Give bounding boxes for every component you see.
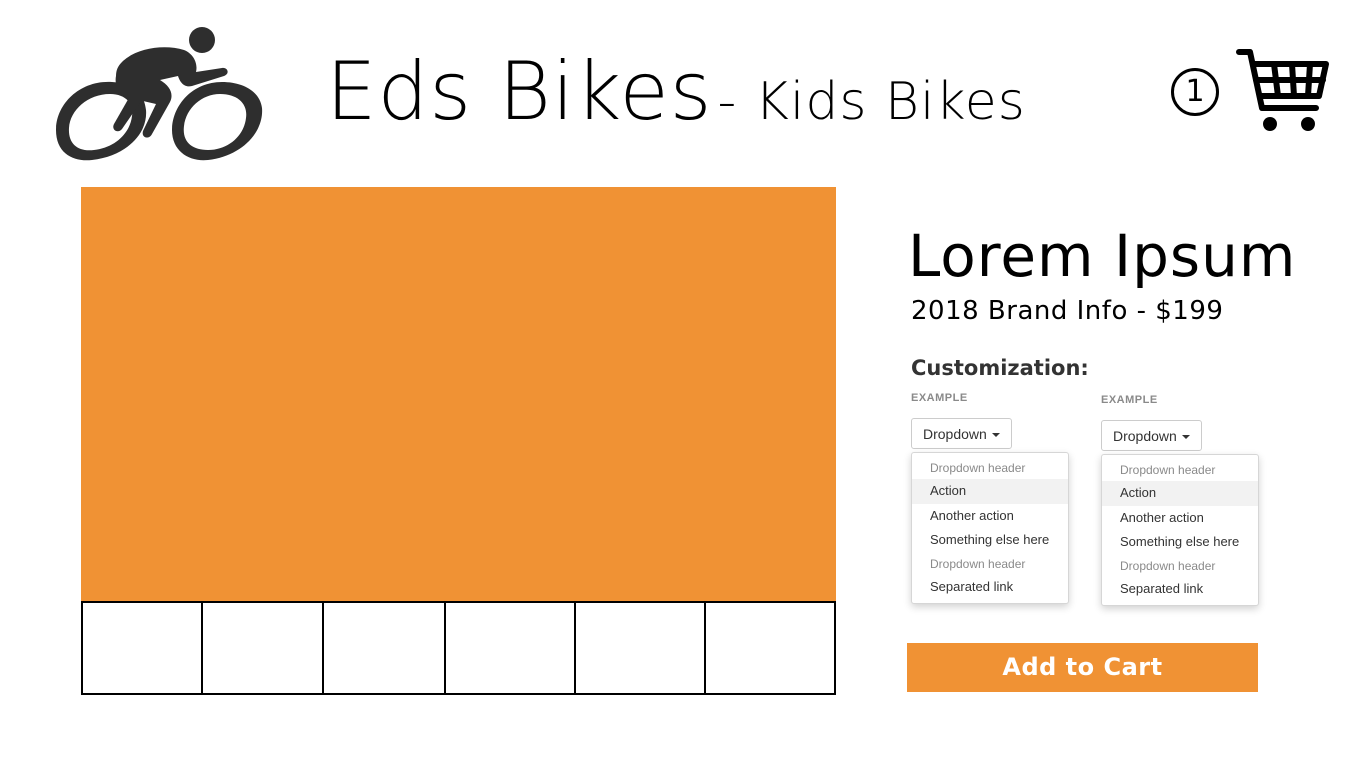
thumbnail-3[interactable]: [322, 601, 446, 695]
brand-name: Eds Bikes: [326, 45, 713, 138]
dropdown-item-action[interactable]: Action: [912, 479, 1068, 504]
dropdown-menu: Dropdown header Action Another action So…: [911, 452, 1069, 604]
dropdown-header: Dropdown header: [1120, 463, 1216, 477]
dropdown-item-separated-link[interactable]: Separated link: [912, 575, 1068, 600]
thumbnail-strip: [81, 601, 836, 696]
dropdown-item-something-else[interactable]: Something else here: [1102, 530, 1258, 555]
page-title: Eds Bikes - Kids Bikes: [326, 52, 1026, 132]
dropdown-button-label: Dropdown: [1113, 428, 1177, 444]
customization-dropdown-button[interactable]: Dropdown: [911, 418, 1012, 449]
dropdown-header: Dropdown header: [930, 556, 1026, 571]
thumbnail-4[interactable]: [444, 601, 576, 695]
example-label: EXAMPLE: [911, 392, 968, 404]
dropdown-item-separated-link[interactable]: Separated link: [1102, 577, 1258, 602]
cart-count-badge[interactable]: 1: [1171, 68, 1219, 116]
dropdown-item-another-action[interactable]: Another action: [1102, 506, 1258, 531]
product-info: 2018 Brand Info - $199: [911, 296, 1224, 326]
thumbnail-1[interactable]: [81, 601, 203, 695]
thumbnail-6[interactable]: [704, 601, 836, 695]
cyclist-logo-icon[interactable]: [52, 24, 266, 164]
caret-down-icon: [1181, 435, 1190, 440]
product-name: Lorem Ipsum: [908, 222, 1297, 290]
thumbnail-2[interactable]: [201, 601, 324, 695]
dropdown-header: Dropdown header: [930, 461, 1026, 475]
example-label: EXAMPLE: [1101, 394, 1158, 406]
dropdown-menu: Dropdown header Action Another action So…: [1101, 454, 1259, 606]
dropdown-item-something-else[interactable]: Something else here: [912, 528, 1068, 553]
thumbnail-5[interactable]: [574, 601, 706, 695]
dropdown-header: Dropdown header: [1120, 558, 1216, 573]
section-name: - Kids Bikes: [717, 72, 1026, 132]
caret-down-icon: [991, 433, 1000, 438]
customization-label: Customization:: [911, 356, 1089, 380]
dropdown-item-another-action[interactable]: Another action: [912, 504, 1068, 529]
product-main-image[interactable]: [81, 187, 836, 601]
dropdown-item-action[interactable]: Action: [1102, 481, 1258, 506]
add-to-cart-button[interactable]: Add to Cart: [907, 643, 1258, 692]
shopping-cart-icon[interactable]: [1236, 46, 1330, 136]
customization-dropdown-button[interactable]: Dropdown: [1101, 420, 1202, 451]
dropdown-button-label: Dropdown: [923, 426, 987, 442]
